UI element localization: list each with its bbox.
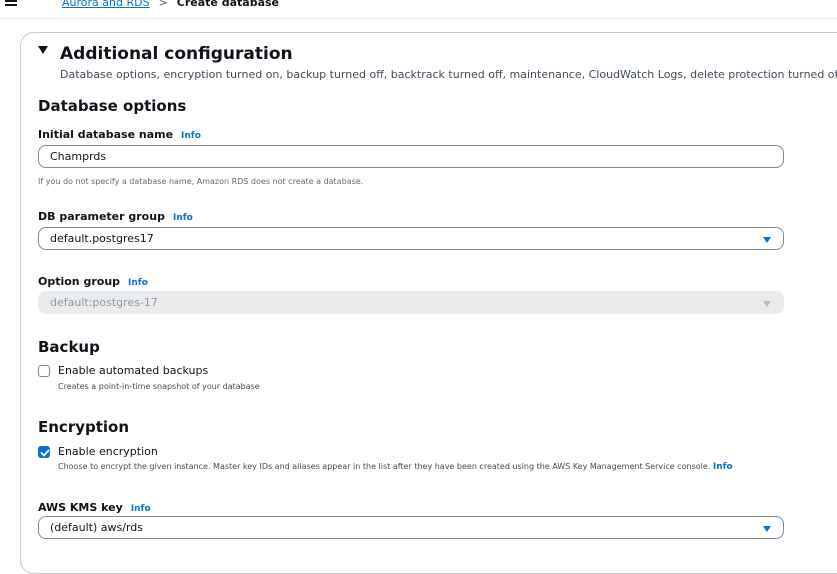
kms-key-label-row: AWS KMS key Info — [38, 496, 151, 515]
section-title[interactable]: Additional configuration — [60, 44, 293, 64]
option-group-label: Option group — [38, 275, 121, 288]
parameter-group-select[interactable]: default.postgres17 — [38, 227, 784, 250]
automated-backups-checkbox[interactable] — [38, 365, 50, 377]
encryption-description: Choose to encrypt the given instance. Ma… — [58, 462, 711, 471]
parameter-group-info-link[interactable]: Info — [173, 213, 193, 223]
automated-backups-label[interactable]: Enable automated backups — [58, 364, 208, 377]
option-group-info-link[interactable]: Info — [128, 278, 148, 288]
checkmark-icon — [40, 449, 50, 457]
initial-db-name-value: Champrds — [50, 150, 107, 163]
encryption-description-row: Choose to encrypt the given instance. Ma… — [58, 462, 733, 472]
option-group-label-row: Option group Info — [38, 270, 148, 289]
dropdown-arrow-icon — [763, 237, 771, 243]
encryption-heading: Encryption — [38, 418, 130, 436]
initial-db-name-help: If you do not specify a database name, A… — [38, 177, 364, 186]
kms-key-info-link[interactable]: Info — [131, 504, 151, 514]
dropdown-arrow-icon — [763, 301, 771, 307]
initial-db-name-label: Initial database name — [38, 128, 174, 141]
initial-db-name-info-link[interactable]: Info — [181, 131, 201, 141]
menu-icon[interactable] — [5, 0, 17, 8]
enable-encryption-checkbox[interactable] — [38, 446, 50, 458]
backup-heading: Backup — [38, 338, 100, 356]
breadcrumb-link-aurora-rds[interactable]: Aurora and RDS — [62, 0, 150, 9]
initial-db-name-label-row: Initial database name Info — [38, 123, 201, 142]
section-description: Database options, encryption turned on, … — [60, 68, 837, 81]
parameter-group-label: DB parameter group — [38, 210, 165, 223]
breadcrumb-current: Create database — [176, 0, 279, 9]
caret-down-icon[interactable] — [38, 46, 48, 54]
option-group-value: default:postgres-17 — [50, 296, 158, 309]
option-group-select: default:postgres-17 — [38, 291, 784, 314]
kms-key-select[interactable]: (default) aws/rds — [38, 516, 784, 539]
breadcrumb-separator: > — [158, 0, 168, 9]
parameter-group-label-row: DB parameter group Info — [38, 205, 193, 224]
kms-key-value: (default) aws/rds — [50, 521, 144, 534]
parameter-group-value: default.postgres17 — [50, 232, 154, 245]
initial-db-name-input[interactable]: Champrds — [38, 145, 784, 168]
breadcrumb: Aurora and RDS > Create database — [62, 0, 279, 9]
enable-encryption-label[interactable]: Enable encryption — [58, 445, 158, 458]
dropdown-arrow-icon — [763, 526, 771, 532]
automated-backups-description: Creates a point-in-time snapshot of your… — [58, 382, 260, 391]
top-bar: Aurora and RDS > Create database — [0, 0, 837, 19]
database-options-heading: Database options — [38, 97, 187, 115]
kms-key-label: AWS KMS key — [38, 501, 123, 514]
encryption-info-link[interactable]: Info — [713, 462, 733, 472]
